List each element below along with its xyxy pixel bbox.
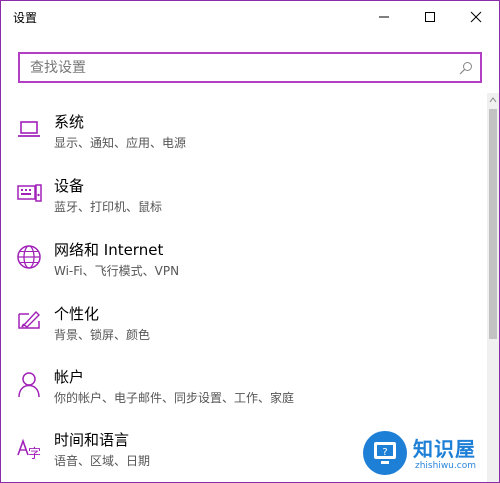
category-label: 设备 (54, 177, 85, 195)
settings-window: 设置 系统 显示、通知、应用、电源 (0, 0, 500, 483)
search-icon[interactable] (458, 60, 474, 76)
paintbrush-monitor-icon (18, 310, 40, 329)
category-label: 时间和语言 (54, 431, 130, 449)
category-description: 你的帐户、电子邮件、同步设置、工作、家庭 (54, 391, 295, 405)
watermark-bubble-icon: ? (363, 431, 407, 475)
category-label: 网络和 Internet (54, 241, 164, 259)
category-personalization[interactable]: 个性化 背景、锁屏、颜色 (1, 303, 487, 363)
category-accounts[interactable]: 帐户 你的帐户、电子邮件、同步设置、工作、家庭 (1, 366, 487, 426)
time-language-icon: 字 (17, 438, 41, 461)
title-bar[interactable]: 设置 (1, 1, 499, 33)
category-label: 帐户 (54, 368, 85, 386)
laptop-icon (18, 121, 40, 137)
settings-category-list: 系统 显示、通知、应用、电源 设备 蓝牙、打印机、鼠标 网络和 Internet… (1, 101, 487, 482)
category-system[interactable]: 系统 显示、通知、应用、电源 (1, 111, 487, 171)
close-button[interactable] (453, 1, 499, 33)
category-label: 系统 (54, 113, 85, 131)
scroll-up-button[interactable] (487, 95, 499, 105)
chevron-up-icon (489, 97, 497, 103)
category-label: 个性化 (54, 305, 100, 323)
person-icon (18, 372, 40, 398)
keyboard-device-icon (17, 184, 42, 202)
globe-icon (17, 245, 41, 269)
svg-text:字: 字 (28, 447, 41, 461)
minimize-icon (379, 16, 389, 18)
category-description: 显示、通知、应用、电源 (54, 136, 187, 150)
category-network[interactable]: 网络和 Internet Wi-Fi、飞行模式、VPN (1, 239, 487, 299)
watermark-title: 知识屋 (413, 437, 476, 461)
category-description: 语音、区域、日期 (54, 454, 151, 468)
minimize-button[interactable] (361, 1, 407, 33)
watermark-logo: ? 知识屋 zhishiwu.com (361, 429, 499, 482)
window-title: 设置 (13, 11, 38, 25)
svg-text:?: ? (382, 447, 387, 458)
maximize-button[interactable] (407, 1, 453, 33)
category-devices[interactable]: 设备 蓝牙、打印机、鼠标 (1, 175, 487, 235)
search-box[interactable] (18, 52, 482, 83)
maximize-icon (425, 12, 435, 22)
close-icon (470, 11, 482, 23)
category-description: Wi-Fi、飞行模式、VPN (54, 264, 180, 278)
watermark-subtitle: zhishiwu.com (415, 461, 476, 471)
scroll-thumb[interactable] (489, 109, 497, 339)
category-description: 背景、锁屏、颜色 (54, 328, 151, 342)
category-description: 蓝牙、打印机、鼠标 (54, 200, 163, 214)
vertical-scrollbar[interactable] (487, 93, 499, 482)
search-input[interactable] (20, 54, 450, 81)
